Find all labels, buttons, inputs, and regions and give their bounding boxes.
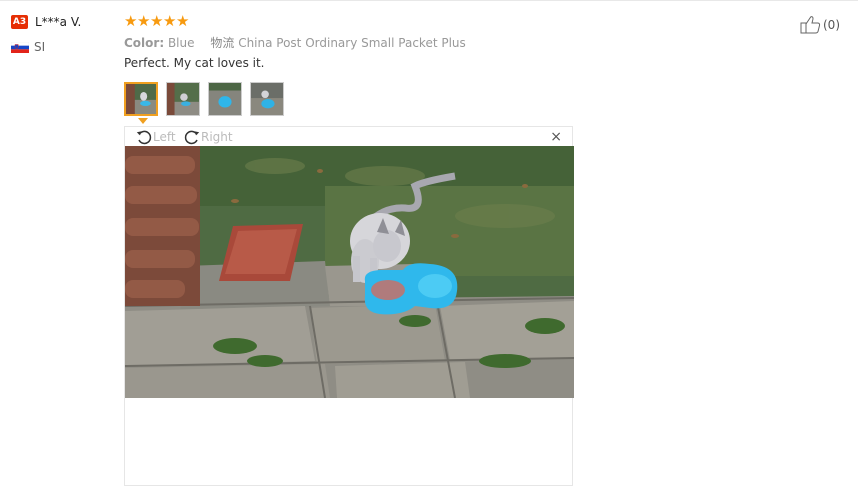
cat-photo-thumb-icon: [251, 83, 283, 115]
reviewer-name: L***a V.: [35, 15, 82, 29]
review-photo-thumbnails: [124, 82, 292, 116]
review-text: Perfect. My cat loves it.: [124, 56, 265, 70]
star-icon: ★: [163, 12, 177, 30]
photo-viewer: Left Right ×: [124, 126, 574, 486]
slovenia-flag-icon: [11, 41, 29, 53]
review-photo-thumb-1[interactable]: [124, 82, 158, 116]
close-icon[interactable]: ×: [550, 129, 562, 145]
rotate-right-button[interactable]: Right: [183, 128, 233, 146]
rotate-left-icon: [136, 130, 152, 145]
review-photo-thumb-2[interactable]: [166, 82, 200, 116]
helpful-count: (0): [823, 17, 840, 32]
rotate-right-icon: [184, 130, 200, 145]
star-icon: ★: [150, 12, 164, 30]
rotate-right-label: Right: [201, 130, 233, 144]
rotate-left-button[interactable]: Left: [135, 128, 176, 146]
shipping-value: China Post Ordinary Small Packet Plus: [238, 36, 466, 50]
shipping-label: 物流: [210, 36, 235, 50]
top-divider: [0, 0, 858, 1]
photo-viewer-toolbar: Left Right ×: [125, 127, 572, 146]
star-icon: ★: [124, 12, 138, 30]
rating-stars: ★ ★ ★ ★ ★: [124, 13, 189, 30]
star-icon: ★: [137, 12, 151, 30]
color-value: Blue: [167, 36, 195, 50]
reviewer-country: SI: [34, 40, 46, 54]
cat-photo-thumb-icon: [126, 84, 156, 114]
active-thumb-caret: [138, 118, 148, 124]
reviewer-info: A3 L***a V. SI: [11, 15, 81, 54]
helpful-button[interactable]: (0): [800, 15, 840, 34]
star-icon: ★: [176, 12, 190, 30]
order-info: Color: Blue 物流 China Post Ordinary Small…: [124, 34, 466, 51]
color-label: Color:: [124, 36, 165, 50]
thumbs-up-icon: [800, 16, 821, 34]
avatar: A3: [11, 15, 28, 29]
cat-photo-thumb-icon: [167, 83, 199, 115]
rotate-left-label: Left: [153, 130, 176, 144]
review-photo-thumb-4[interactable]: [250, 82, 284, 116]
review-photo-large: [125, 146, 574, 398]
cat-photo-thumb-icon: [209, 83, 241, 115]
review-photo-thumb-3[interactable]: [208, 82, 242, 116]
cat-eating-photo: [125, 146, 574, 398]
